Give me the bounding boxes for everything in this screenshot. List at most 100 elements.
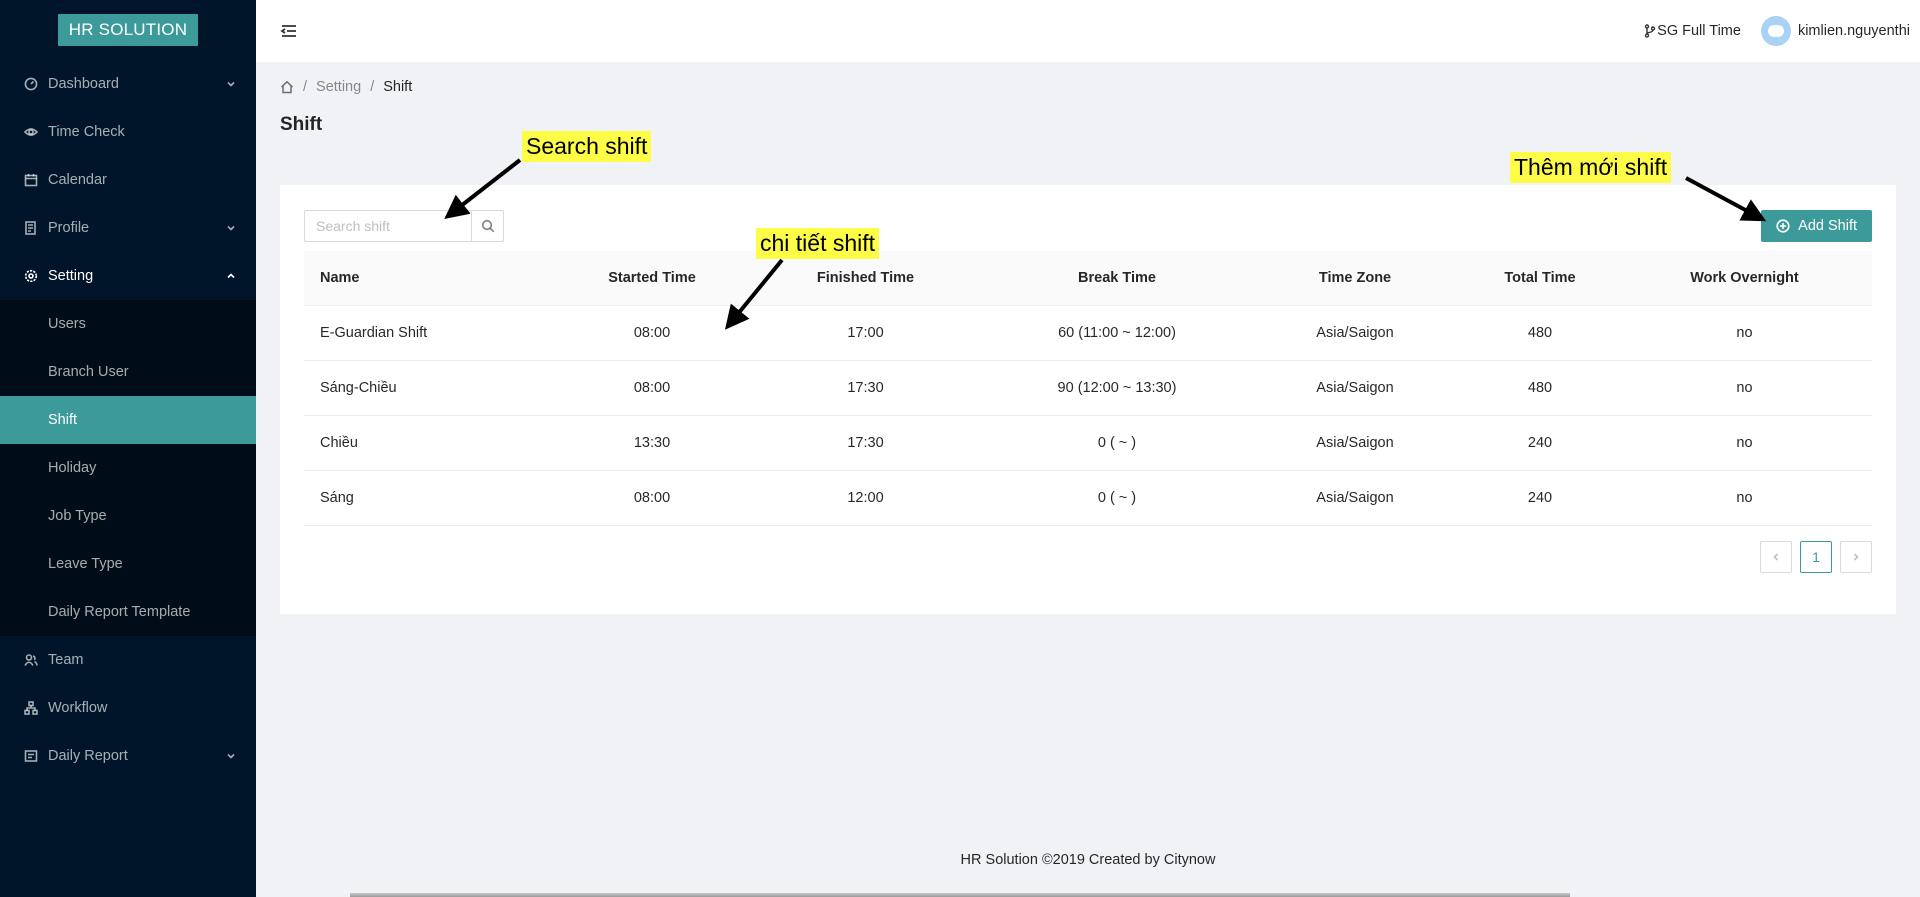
branch-label: SG Full Time <box>1657 23 1741 39</box>
workflow-icon <box>24 701 38 715</box>
top-header: SG Full Time kimlien.nguyenthi <box>256 0 1920 62</box>
column-header-work-overnight: Work Overnight <box>1617 251 1872 306</box>
sidebar-item-dashboard[interactable]: Dashboard <box>0 60 256 108</box>
cell-total-time: 240 <box>1463 470 1617 526</box>
plus-circle-icon <box>1776 219 1790 233</box>
dashboard-icon <box>24 77 38 91</box>
cell-time-zone: Asia/Saigon <box>1247 415 1463 471</box>
username: kimlien.nguyenthi <box>1797 23 1910 39</box>
sidebar-item-calendar[interactable]: Calendar <box>0 156 256 204</box>
cell-name: E-Guardian Shift <box>304 305 560 361</box>
sidebar-item-daily-report[interactable]: Daily Report <box>0 732 256 780</box>
sidebar-item-leave-type[interactable]: Leave Type <box>0 540 256 588</box>
cell-total-time: 240 <box>1463 415 1617 471</box>
cell-work-overnight: no <box>1617 360 1872 416</box>
cell-started-time: 08:00 <box>560 305 744 361</box>
search-icon <box>481 219 494 233</box>
add-shift-button[interactable]: Add Shift <box>1761 210 1872 242</box>
table-row[interactable]: Sáng-Chiều 08:00 17:30 90 (12:00 ~ 13:30… <box>304 360 1872 416</box>
sidebar-item-label: Dashboard <box>48 76 119 92</box>
sidebar-item-label: Setting <box>48 268 94 284</box>
prev-page-button[interactable] <box>1760 541 1792 573</box>
logo-area: HR SOLUTION <box>0 0 256 60</box>
column-header-started-time: Started Time <box>560 251 744 306</box>
cell-time-zone: Asia/Saigon <box>1247 470 1463 526</box>
cell-finished-time: 17:30 <box>744 415 987 471</box>
user-menu[interactable]: kimlien.nguyenthi <box>1760 16 1910 46</box>
sidebar-item-holiday[interactable]: Holiday <box>0 444 256 492</box>
gear-icon <box>24 269 38 283</box>
annotation-search-shift: Search shift <box>522 131 652 162</box>
column-header-name: Name <box>304 251 560 306</box>
breadcrumb-shift: Shift <box>383 79 413 95</box>
sidebar-item-time-check[interactable]: Time Check <box>0 108 256 156</box>
chevron-down-icon <box>226 223 236 233</box>
header-right: SG Full Time kimlien.nguyenthi <box>1644 16 1920 46</box>
cell-break-time: 0 ( ~ ) <box>987 415 1247 471</box>
chevron-down-icon <box>226 751 236 761</box>
cell-work-overnight: no <box>1617 305 1872 361</box>
annotation-shift-detail: chi tiết shift <box>756 228 880 259</box>
page-number-button[interactable]: 1 <box>1800 541 1832 573</box>
sidebar-item-setting[interactable]: Setting <box>0 252 256 300</box>
sidebar-item-profile[interactable]: Profile <box>0 204 256 252</box>
branch-icon <box>1644 24 1656 38</box>
cell-finished-time: 17:30 <box>744 360 987 416</box>
sidebar-item-label: Profile <box>48 220 90 236</box>
sidebar-item-users[interactable]: Users <box>0 300 256 348</box>
sidebar-item-job-type[interactable]: Job Type <box>0 492 256 540</box>
pagination: 1 <box>1760 541 1872 573</box>
sidebar-item-label: Team <box>48 652 84 668</box>
team-icon <box>24 653 38 667</box>
cell-started-time: 13:30 <box>560 415 744 471</box>
sidebar-menu: Dashboard Time Check Calendar Profile Se… <box>0 60 256 780</box>
sidebar-item-shift[interactable]: Shift <box>0 396 256 444</box>
logo[interactable]: HR SOLUTION <box>57 14 199 46</box>
search-button[interactable] <box>472 210 504 242</box>
sidebar-item-daily-report-template[interactable]: Daily Report Template <box>0 588 256 636</box>
next-page-button[interactable] <box>1840 541 1872 573</box>
table-row[interactable]: E-Guardian Shift 08:00 17:00 60 (11:00 ~… <box>304 305 1872 361</box>
cell-work-overnight: no <box>1617 415 1872 471</box>
shift-card: Add Shift Name Started Time Finished Tim… <box>280 185 1896 614</box>
chevron-down-icon <box>226 79 236 89</box>
calendar-icon <box>24 173 38 187</box>
column-header-finished-time: Finished Time <box>744 251 987 306</box>
cell-total-time: 480 <box>1463 360 1617 416</box>
column-header-time-zone: Time Zone <box>1247 251 1463 306</box>
home-icon[interactable] <box>280 80 294 94</box>
search-input[interactable] <box>304 210 472 242</box>
branch-selector[interactable]: SG Full Time <box>1644 23 1741 39</box>
breadcrumb-setting[interactable]: Setting <box>316 79 361 95</box>
cell-break-time: 0 ( ~ ) <box>987 470 1247 526</box>
cell-work-overnight: no <box>1617 470 1872 526</box>
table-header-row: Name Started Time Finished Time Break Ti… <box>304 251 1872 306</box>
sidebar-item-label: Calendar <box>48 172 107 188</box>
sidebar-item-branch-user[interactable]: Branch User <box>0 348 256 396</box>
avatar <box>1760 16 1791 46</box>
column-header-break-time: Break Time <box>987 251 1247 306</box>
sidebar-item-team[interactable]: Team <box>0 636 256 684</box>
cell-started-time: 08:00 <box>560 360 744 416</box>
column-header-total-time: Total Time <box>1463 251 1617 306</box>
breadcrumb-separator: / <box>303 79 308 95</box>
setting-submenu-wrap: Users Branch User Shift Holiday Job Type… <box>0 300 256 636</box>
menu-fold-icon[interactable] <box>280 22 298 40</box>
cell-time-zone: Asia/Saigon <box>1247 305 1463 361</box>
cell-name: Sáng-Chiều <box>304 360 560 416</box>
sidebar-item-label: Time Check <box>48 124 125 140</box>
cell-name: Sáng <box>304 470 560 526</box>
breadcrumb: / Setting / Shift <box>280 77 1920 97</box>
cell-finished-time: 12:00 <box>744 470 987 526</box>
profile-icon <box>24 221 38 235</box>
setting-submenu: Users Branch User Shift Holiday Job Type… <box>0 300 256 636</box>
chevron-up-icon <box>226 271 236 281</box>
add-shift-label: Add Shift <box>1798 218 1857 234</box>
main-content: / Setting / Shift Shift Add Shift Name S… <box>256 62 1920 614</box>
table-row[interactable]: Sáng 08:00 12:00 0 ( ~ ) Asia/Saigon 240… <box>304 470 1872 526</box>
search-group <box>304 210 504 242</box>
annotation-add-shift: Thêm mới shift <box>1510 152 1672 183</box>
eye-icon <box>24 125 38 139</box>
table-row[interactable]: Chiều 13:30 17:30 0 ( ~ ) Asia/Saigon 24… <box>304 415 1872 471</box>
sidebar-item-workflow[interactable]: Workflow <box>0 684 256 732</box>
